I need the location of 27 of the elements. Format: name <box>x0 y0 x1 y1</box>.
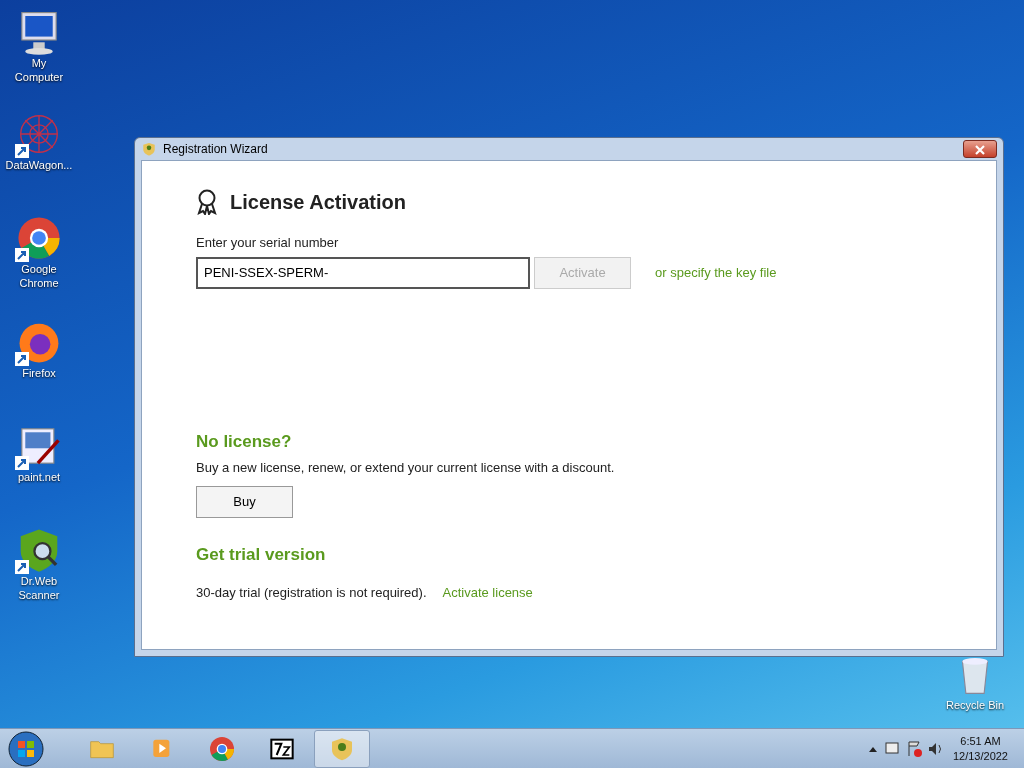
close-icon <box>975 144 985 155</box>
app-icon <box>141 141 157 157</box>
section-text: 30-day trial (registration is not required). <box>196 584 427 602</box>
key-file-link[interactable]: or specify the key file <box>655 262 777 283</box>
clock-time[interactable]: 6:51 AM <box>952 733 1008 749</box>
clock-date[interactable]: 12/13/2022 <box>952 748 1008 764</box>
desktop-icon-label[interactable]: Firefox <box>22 366 56 381</box>
activate-license-link[interactable]: Activate license <box>442 583 533 603</box>
start-button[interactable] <box>6 729 46 768</box>
desktop-icon-label[interactable]: paint.net <box>17 470 61 485</box>
award-ribbon-icon <box>196 189 218 215</box>
desktop-icon-label[interactable]: Dr.Web Scanner <box>8 574 70 603</box>
section-heading: No license? <box>196 430 293 453</box>
close-button[interactable] <box>963 140 997 158</box>
window-title: Registration Wizard <box>163 141 268 158</box>
section-text: Buy a new license, renew, or extend your current license with a discount. <box>196 459 616 477</box>
field-label: Enter your serial number <box>196 234 340 252</box>
desktop-icon-label[interactable]: Google Chrome <box>8 262 70 291</box>
desktop-icon-label[interactable]: My Computer <box>8 56 70 85</box>
chrome-icon <box>15 214 63 262</box>
section-heading: Get trial version <box>196 543 327 566</box>
show-hidden-icons-button[interactable] <box>868 745 877 752</box>
desktop-icon-label[interactable]: DataWagon... <box>5 158 73 173</box>
chrome-icon <box>208 734 236 763</box>
buy-button[interactable]: Buy <box>196 485 293 518</box>
serial-number-field[interactable]: PENI-SSEX-SPERM- <box>196 256 530 289</box>
page-heading: License Activation <box>230 190 406 215</box>
